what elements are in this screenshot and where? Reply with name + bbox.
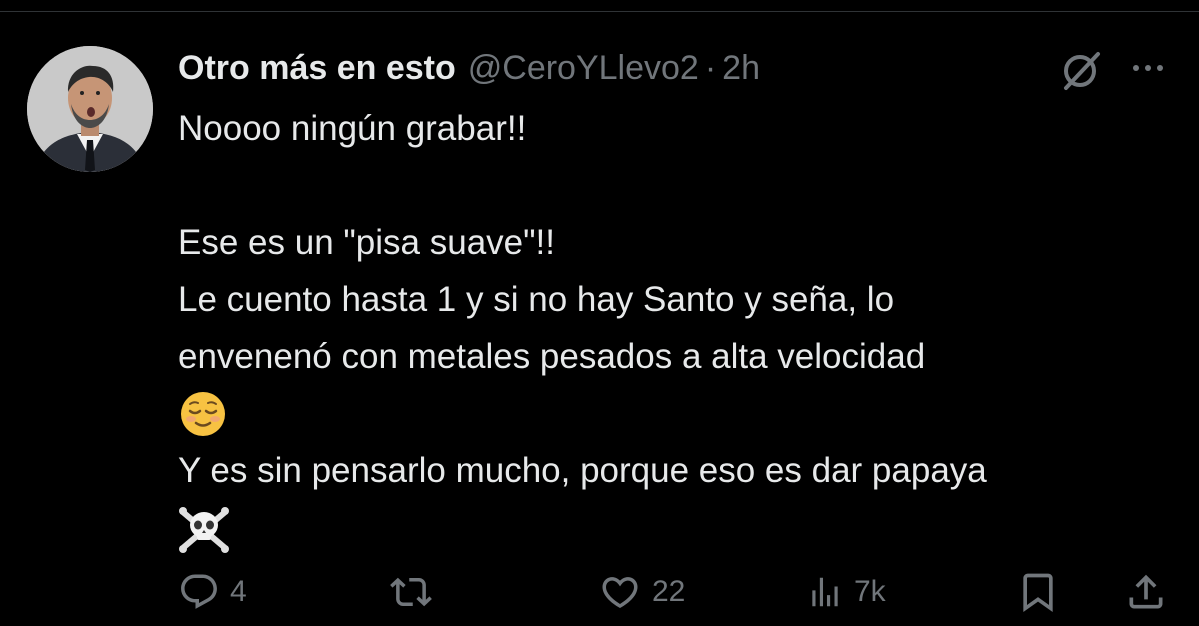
views-count: 7k <box>854 575 886 608</box>
views-button[interactable]: 7k <box>806 566 886 618</box>
tweet-line: Ese es un "pisa suave"!! <box>178 223 556 262</box>
retweet-icon <box>390 577 432 607</box>
avatar[interactable] <box>27 46 153 172</box>
grok-icon[interactable] <box>1058 48 1106 92</box>
retweet-button[interactable] <box>388 566 444 618</box>
reply-icon <box>181 574 217 609</box>
like-button[interactable]: 22 <box>598 566 685 618</box>
like-count: 22 <box>652 575 686 608</box>
tweet-actions: 4 22 7k <box>0 566 1199 618</box>
bookmark-icon <box>1023 573 1053 613</box>
share-button[interactable] <box>1124 566 1168 618</box>
avatar-image <box>27 46 153 172</box>
tweet-line: envenenó con metales pesados a alta velo… <box>178 337 926 376</box>
tweet-line: Y es sin pensarlo mucho, porque eso es d… <box>178 451 987 490</box>
skull-crossbones-icon <box>179 506 229 553</box>
reply-count: 4 <box>230 575 247 608</box>
top-divider <box>0 11 1199 12</box>
more-icon[interactable] <box>1128 56 1168 80</box>
header-separator: · <box>704 49 717 87</box>
bookmark-button[interactable] <box>1016 566 1060 618</box>
tweet-line: Noooo ningún grabar!! <box>178 109 527 148</box>
tweet-header: Otro más en esto @CeroYLlevo2 · 2h <box>178 44 760 92</box>
relieved-face-emoji <box>178 385 1178 442</box>
reply-button[interactable]: 4 <box>178 566 247 618</box>
tweet-timestamp[interactable]: 2h <box>722 44 760 92</box>
user-handle[interactable]: @CeroYLlevo2 <box>468 44 699 92</box>
views-icon <box>812 577 838 607</box>
relieved-face-icon <box>181 391 225 436</box>
display-name[interactable]: Otro más en esto <box>178 44 456 92</box>
tweet-body: Noooo ningún grabar!! Ese es un "pisa su… <box>178 100 1178 556</box>
skull-crossbones-emoji <box>178 499 1178 556</box>
tweet-line: Le cuento hasta 1 y si no hay Santo y se… <box>178 280 895 319</box>
heart-icon <box>602 577 638 609</box>
share-icon <box>1129 574 1163 609</box>
